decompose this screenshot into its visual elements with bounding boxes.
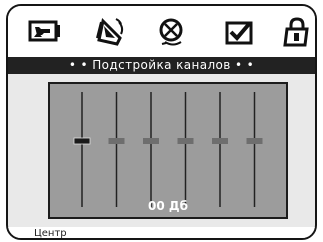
channel-sliders: [73, 92, 263, 207]
menu-item-lock[interactable]: [280, 16, 314, 48]
menu-item-channels[interactable]: [155, 16, 189, 48]
satellite-dish-icon: [159, 18, 183, 46]
menu-item-picture[interactable]: [28, 16, 62, 48]
panel-title: • • Подстройка каналов • •: [8, 57, 315, 74]
status-bar: Центр: [8, 227, 315, 239]
menu-item-audio[interactable]: [93, 16, 127, 48]
menu-bar: [8, 6, 315, 58]
lock-icon: [283, 17, 309, 47]
menu-item-settings[interactable]: [223, 16, 257, 48]
level-readout: 00 Дб: [148, 199, 188, 213]
channel-slider-handle[interactable]: [143, 138, 159, 144]
speaker-icon: [96, 17, 124, 46]
audio-settings-osd: • • Подстройка каналов • • 00 Дб Центр: [6, 4, 317, 240]
channel-level-panel: 00 Дб: [48, 82, 288, 219]
channel-slider-handle-selected[interactable]: [73, 137, 91, 145]
picture-icon: [28, 20, 60, 42]
channel-slider-handle[interactable]: [246, 138, 263, 144]
channel-slider-handle[interactable]: [108, 138, 125, 144]
selected-channel-name: Центр: [34, 228, 67, 239]
checkbox-icon: [225, 21, 253, 45]
channel-slider-handle[interactable]: [177, 138, 194, 144]
channel-slider-handle[interactable]: [212, 138, 228, 144]
